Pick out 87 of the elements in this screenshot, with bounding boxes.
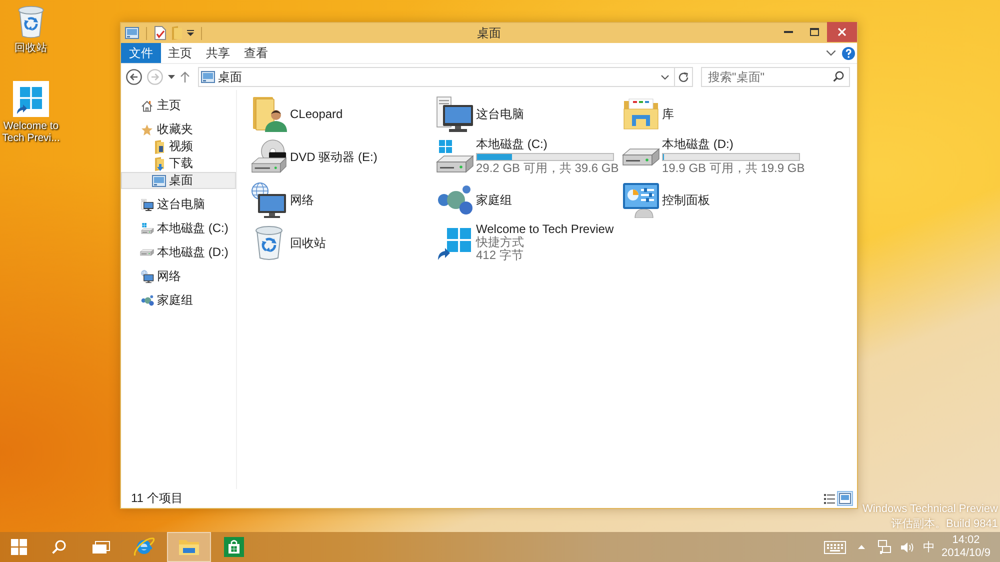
hard-drive-icon[interactable]: [622, 148, 660, 166]
item-name[interactable]: 控制面板: [662, 192, 710, 206]
nav-item[interactable]: 下载: [121, 155, 236, 172]
address-field[interactable]: 桌面: [198, 67, 675, 87]
item-name[interactable]: DVD 驱动器 (E:): [290, 150, 378, 164]
network-icon[interactable]: [251, 182, 287, 218]
network-icon: [140, 270, 154, 283]
caret-icon[interactable]: [187, 30, 194, 36]
file-menu-button[interactable]: 文件: [121, 43, 161, 63]
start-icon[interactable]: [11, 539, 27, 555]
build-info-text: Windows Technical Preview: [862, 502, 998, 517]
ribbon-tab[interactable]: 共享: [199, 43, 237, 63]
library-folder-icon[interactable]: [623, 98, 659, 130]
keyboard-icon[interactable]: [824, 540, 846, 554]
item-name[interactable]: 本地磁盘 (D:): [662, 137, 805, 151]
chevron-down-icon[interactable]: [826, 50, 836, 56]
taskbar-app-button[interactable]: [167, 532, 211, 562]
video-folder-icon: [154, 140, 164, 154]
computer-icon[interactable]: [436, 96, 474, 132]
star-icon: [141, 124, 153, 136]
search-field[interactable]: 搜索"桌面": [701, 67, 850, 87]
refresh-button[interactable]: [675, 67, 693, 87]
document-check-icon[interactable]: [154, 26, 166, 40]
free-space-text: 19.9 GB 可用，共 19.9 GB: [662, 161, 805, 176]
system-drive-icon[interactable]: [436, 140, 474, 173]
nav-item[interactable]: 桌面: [121, 172, 236, 189]
item-count-text: 11 个项目: [131, 490, 183, 507]
item-name[interactable]: 网络: [290, 192, 314, 206]
caret-icon[interactable]: [661, 74, 669, 80]
free-space-text: 29.2 GB 可用，共 39.6 GB: [476, 161, 619, 176]
nav-item[interactable]: 这台电脑: [121, 196, 236, 213]
build-info-text: 评估副本。Build 9841: [891, 517, 998, 532]
dvd-drive-icon[interactable]: [250, 138, 288, 174]
desktop-icon: [152, 174, 166, 186]
search-icon[interactable]: [833, 71, 844, 82]
back-icon[interactable]: [126, 69, 142, 85]
list-icon: [824, 494, 834, 504]
nav-item[interactable]: 家庭组: [121, 292, 236, 309]
close-icon: [838, 28, 846, 36]
homegroup-icon[interactable]: [437, 184, 473, 214]
large-icons-view-button[interactable]: [837, 491, 853, 506]
nav-item[interactable]: 本地磁盘 (D:): [121, 244, 236, 261]
item-name[interactable]: 家庭组: [476, 192, 512, 206]
nav-item[interactable]: 主页: [121, 97, 236, 114]
help-icon[interactable]: [842, 46, 855, 60]
nav-item[interactable]: 本地磁盘 (C:): [121, 220, 236, 237]
item-name[interactable]: 库: [662, 106, 674, 120]
desktop-icon: [201, 71, 215, 83]
window-title: 桌面: [477, 24, 501, 42]
task-view-icon[interactable]: [92, 540, 110, 554]
home-icon: [141, 100, 153, 112]
user-folder-icon[interactable]: [251, 96, 287, 132]
item-name[interactable]: 这台电脑: [476, 106, 524, 120]
nav-item[interactable]: 网络: [121, 268, 236, 285]
refresh-icon: [678, 72, 689, 82]
nav-item[interactable]: 视频: [121, 138, 236, 155]
large-icons-icon: [839, 493, 851, 504]
desktop-icon[interactable]: [125, 27, 139, 39]
folder-icon: [178, 538, 200, 556]
control-panel-icon[interactable]: [622, 182, 660, 218]
homegroup-icon: [140, 295, 154, 306]
recycle-bin-icon[interactable]: [16, 5, 46, 39]
close-button[interactable]: [827, 22, 857, 42]
ribbon-tab[interactable]: 主页: [161, 43, 199, 63]
shortcut-icon[interactable]: [13, 81, 49, 117]
recycle-bin-icon[interactable]: [254, 224, 284, 260]
item-name[interactable]: Welcome to Tech Preview: [476, 223, 614, 236]
download-folder-icon: [154, 156, 164, 170]
breadcrumb-button[interactable]: 桌面: [218, 68, 242, 86]
caret-icon[interactable]: [168, 75, 175, 79]
system-drive-icon: [140, 223, 154, 234]
ribbon-tab[interactable]: 查看: [237, 43, 275, 63]
item-detail: 快捷方式: [476, 236, 525, 249]
shopping-bag-icon: [224, 537, 244, 557]
item-name[interactable]: 回收站: [290, 236, 326, 250]
item-name[interactable]: CLeopard: [290, 106, 343, 120]
browser-icon: [133, 537, 155, 557]
details-view-button[interactable]: [821, 491, 837, 506]
nav-item[interactable]: 收藏夹: [121, 121, 236, 138]
hard-drive-icon: [140, 249, 154, 256]
volume-icon[interactable]: [900, 542, 914, 552]
item-detail: 412 字节: [476, 249, 524, 262]
minimize-icon: [784, 31, 792, 33]
up-arrow-icon[interactable]: [180, 71, 190, 83]
computer-icon: [140, 198, 154, 210]
item-name[interactable]: 本地磁盘 (C:): [476, 137, 619, 151]
maximize-icon: [810, 28, 818, 36]
